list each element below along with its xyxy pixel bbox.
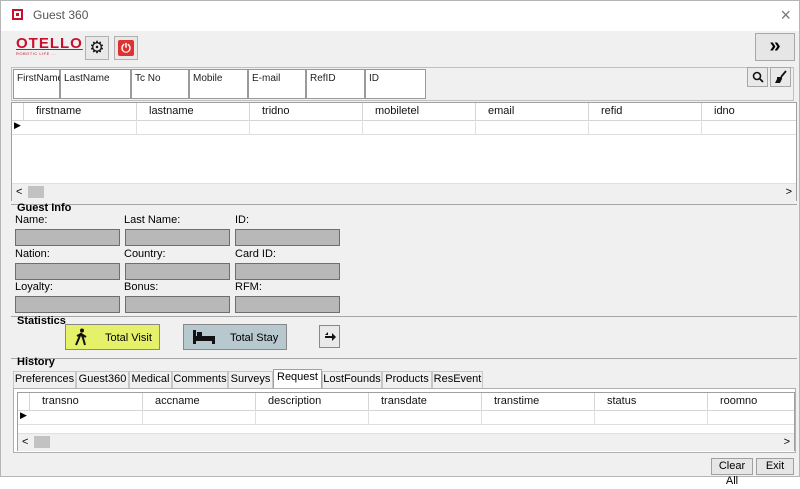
history-grid[interactable]: transno accname description transdate tr… [13,388,796,453]
bonus-label: Bonus: [124,281,159,293]
clear-search-button[interactable] [770,67,791,87]
id-label: ID: [235,214,250,226]
column-header[interactable]: status [595,393,708,410]
walking-person-icon [75,328,87,346]
tcno-field[interactable]: Tc No [131,69,189,99]
guest-grid[interactable]: firstname lastname tridno mobiletel emai… [11,102,797,201]
country-label: Country: [124,248,166,260]
current-row-marker: ▶ [14,120,21,130]
scroll-left-arrow[interactable]: < [22,434,28,450]
column-header[interactable]: firstname [24,103,137,120]
last-name-value [125,229,230,246]
gear-icon: ⚙ [89,38,105,57]
refresh-button[interactable] [319,325,340,348]
tab-lostfounds[interactable]: LostFounds [322,371,382,388]
guest-grid-header: firstname lastname tridno mobiletel emai… [12,103,796,121]
app-icon [12,9,23,20]
bonus-value [125,296,230,313]
window-title: Guest 360 [33,8,89,22]
refid-field[interactable]: RefID [306,69,365,99]
tab-resevent[interactable]: ResEvent [432,371,483,388]
total-stay-label: Total Stay [230,332,279,344]
tab-preferences[interactable]: Preferences [13,371,76,388]
column-header[interactable]: transdate [369,393,482,410]
horizontal-scrollbar[interactable]: < > [18,433,794,451]
history-title: History [17,356,55,368]
tab-guest360[interactable]: Guest360 [76,371,129,388]
rfm-label: RFM: [235,281,262,293]
divider [11,204,797,205]
loyalty-value [15,296,120,313]
row-header-corner [12,103,24,120]
column-header[interactable]: description [256,393,369,410]
scroll-left-arrow[interactable]: < [16,184,22,200]
exit-button[interactable]: Exit [756,458,794,475]
column-header[interactable]: roomno [708,393,792,410]
scroll-thumb[interactable] [34,436,50,448]
column-header[interactable]: transtime [482,393,595,410]
logo-text: OTELLO [16,35,83,52]
scroll-right-arrow[interactable]: > [784,434,790,450]
total-stay-button[interactable]: Total Stay [183,324,287,350]
nation-value [15,263,120,280]
name-value [15,229,120,246]
column-header[interactable]: email [476,103,589,120]
column-header[interactable]: mobiletel [363,103,476,120]
otello-logo: OTELLO ROBOTIC LIFE ... [16,35,83,59]
id-value [235,229,340,246]
tab-request[interactable]: Request [273,369,322,388]
column-header[interactable]: refid [589,103,702,120]
nation-label: Nation: [15,248,50,260]
total-visit-label: Total Visit [105,332,152,344]
clear-all-button[interactable]: Clear All [711,458,753,487]
expand-button[interactable]: » [755,33,795,61]
settings-button[interactable]: ⚙ [85,36,109,60]
scroll-right-arrow[interactable]: > [786,184,792,200]
title-bar: Guest 360 × [1,1,799,31]
double-chevron-right-icon: » [769,35,781,57]
search-icon [752,71,764,83]
tab-surveys[interactable]: Surveys [228,371,273,388]
id-field[interactable]: ID [365,69,426,99]
lastname-field[interactable]: LastName [60,69,131,99]
statistics-title: Statistics [17,315,66,327]
divider [11,358,797,359]
column-header[interactable]: tridno [250,103,363,120]
table-row[interactable]: ▶ [18,410,794,425]
history-grid-header: transno accname description transdate tr… [18,393,794,411]
broom-icon [774,70,787,83]
firstname-field[interactable]: FirstName [13,69,63,99]
card-id-value [235,263,340,280]
column-header[interactable]: accname [143,393,256,410]
column-header[interactable]: idno [702,103,796,120]
close-button[interactable]: × [780,4,791,26]
search-button[interactable] [747,67,768,87]
refresh-arrows-icon [324,332,336,341]
last-name-label: Last Name: [124,214,181,226]
card-id-label: Card ID: [235,248,276,260]
country-value [125,263,230,280]
row-header-corner [18,393,30,410]
email-field[interactable]: E-mail [248,69,306,99]
tab-medical[interactable]: Medical [129,371,172,388]
column-header[interactable]: transno [30,393,143,410]
name-label: Name: [15,214,48,226]
table-row[interactable]: ▶ [12,120,796,135]
mobile-field[interactable]: Mobile [189,69,248,99]
tab-comments[interactable]: Comments [172,371,228,388]
current-row-marker: ▶ [20,410,27,420]
bed-icon [193,330,215,344]
rfm-value [235,296,340,313]
tab-products[interactable]: Products [382,371,432,388]
loyalty-label: Loyalty: [15,281,53,293]
guest-info-title: Guest Info [17,202,72,214]
guest360-window: Guest 360 × OTELLO ROBOTIC LIFE ... ⚙ ⏻ … [0,0,800,487]
column-header[interactable]: lastname [137,103,250,120]
power-button[interactable]: ⏻ [114,36,138,60]
power-icon: ⏻ [118,40,134,56]
divider [11,316,797,317]
total-visit-button[interactable]: Total Visit [65,324,160,350]
horizontal-scrollbar[interactable]: < > [12,183,796,201]
scroll-thumb[interactable] [28,186,44,198]
